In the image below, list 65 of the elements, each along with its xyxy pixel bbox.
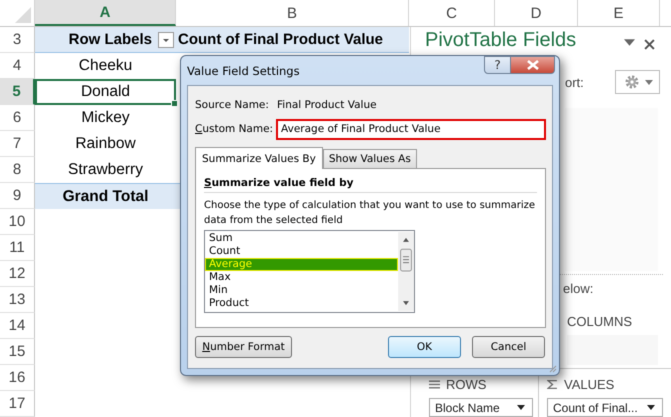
list-item[interactable]: Count: [205, 245, 398, 258]
row-header[interactable]: 16: [0, 365, 35, 391]
table-cell-text: Rainbow: [74, 134, 137, 154]
scrollbar[interactable]: [398, 232, 414, 311]
caret-icon: [647, 405, 655, 410]
sigma-icon: [547, 380, 558, 388]
pane-title: PivotTable Fields: [425, 29, 578, 52]
table-cell-text: Cheeku: [78, 56, 134, 76]
field-label: Custom Name:: [195, 123, 274, 135]
area-label: COLUMNS: [566, 314, 634, 330]
pane-label: elow:: [562, 281, 594, 296]
row-header[interactable]: 17: [0, 391, 35, 417]
settings-icon: [624, 74, 640, 90]
field-dropdown[interactable]: Block Name: [429, 398, 533, 417]
dialog-button[interactable]: OK: [388, 336, 461, 358]
resize-grip-icon[interactable]: [547, 363, 557, 373]
close-icon: [526, 60, 538, 70]
pane-label: ort:: [565, 74, 584, 90]
window-title: Value Field Settings: [187, 64, 300, 78]
input-field[interactable]: Average of Final Product Value: [276, 118, 546, 140]
row-header[interactable]: 7: [0, 131, 35, 157]
list-item[interactable]: Min: [205, 284, 398, 297]
dialog-button[interactable]: Cancel: [472, 336, 545, 358]
dropdown-caret-icon[interactable]: [624, 39, 635, 46]
column-header[interactable]: B: [176, 0, 409, 26]
row-header[interactable]: 8: [0, 157, 35, 183]
list-item[interactable]: Product: [205, 297, 398, 310]
row-header[interactable]: 6: [0, 105, 35, 131]
list-item[interactable]: Max: [205, 271, 398, 284]
table-cell-text: Strawberry: [67, 160, 144, 180]
row-header[interactable]: 15: [0, 339, 35, 365]
help-button[interactable]: ?: [484, 56, 511, 74]
table-cell: Donald: [35, 79, 176, 105]
row-header[interactable]: 5: [0, 79, 35, 105]
table-cell-text: Mickey: [80, 108, 131, 128]
caret-icon: [645, 80, 653, 85]
section-title: Summarize value field by: [204, 177, 354, 189]
area-label: VALUES: [564, 376, 614, 392]
list-item[interactable]: Sum: [205, 232, 398, 245]
dialog-button[interactable]: Number Format: [195, 336, 292, 358]
column-header[interactable]: E: [578, 0, 660, 26]
tab[interactable]: Summarize Values By: [195, 147, 323, 169]
row-header[interactable]: 11: [0, 235, 35, 261]
close-button[interactable]: [511, 56, 555, 74]
rows-icon: [429, 380, 440, 388]
field-label: Source Name:: [195, 99, 270, 111]
row-header[interactable]: 13: [0, 287, 35, 313]
description-text: Choose the type of calculation that you want to use to summarize data from the selected field: [204, 199, 536, 228]
row-header[interactable]: 10: [0, 209, 35, 235]
settings-button[interactable]: [615, 70, 660, 94]
area-label: ROWS: [446, 376, 486, 392]
table-cell: Count of Final Product Value: [178, 31, 384, 48]
row-header[interactable]: 14: [0, 313, 35, 339]
column-header[interactable]: D: [495, 0, 578, 26]
table-cell: Row Labels: [68, 31, 152, 48]
row-header[interactable]: 12: [0, 261, 35, 287]
column-header[interactable]: C: [409, 0, 495, 26]
filter-dropdown-icon[interactable]: [158, 32, 174, 48]
caret-icon: [517, 405, 525, 410]
tab[interactable]: Show Values As: [322, 149, 417, 168]
field-dropdown[interactable]: Count of Final...: [547, 398, 663, 417]
source-name-value: Final Product Value: [277, 99, 377, 111]
table-cell: Grand Total: [35, 183, 176, 209]
column-header[interactable]: A: [35, 0, 176, 26]
close-icon[interactable]: [644, 39, 655, 50]
